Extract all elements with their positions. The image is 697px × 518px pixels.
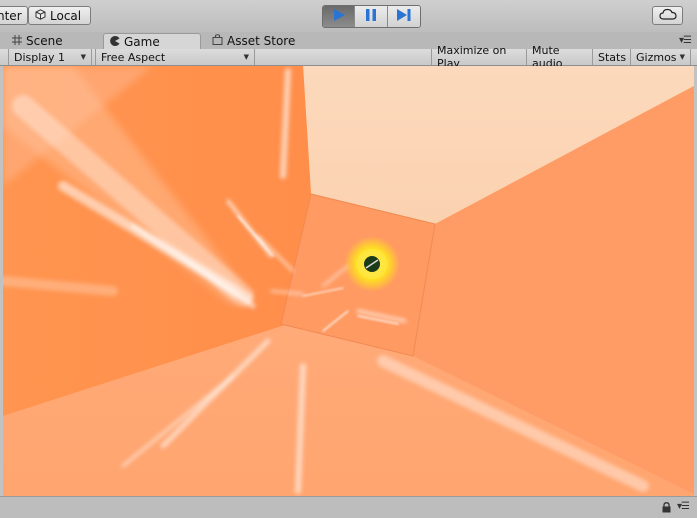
stats-label: Stats [598,50,627,64]
chevron-down-icon: ▼ [243,53,249,61]
pause-icon [365,8,377,25]
game-render [3,66,694,496]
playback-controls [322,5,421,28]
game-view-controls: Display 1 ▼ Free Aspect ▼ Maximize on Pl… [0,44,697,70]
chevron-down-icon: ▼ [679,53,685,61]
play-icon [332,8,346,25]
panel-menu-icon[interactable]: ▾☰ [679,35,692,46]
pause-button[interactable] [355,6,388,27]
aspect-label: Free Aspect [101,50,166,64]
tab-scene[interactable]: Scene [6,33,98,49]
mute-audio-toggle[interactable]: Mute audio [527,44,593,70]
local-toggle-button[interactable]: Local [28,6,91,25]
gizmos-dropdown[interactable]: Gizmos ▼ [631,49,691,65]
display-label: Display 1 [14,50,66,64]
play-button[interactable] [323,6,356,27]
main-toolbar: nter Local [0,0,697,33]
tab-asset-store[interactable]: Asset Store [206,33,326,49]
tab-game[interactable]: Game [103,33,201,49]
editor-tab-bar: Scene Game Asset Store ▾☰ [0,32,697,49]
tab-game-label: Game [124,34,160,49]
tab-asset-store-label: Asset Store [227,34,296,48]
local-label: Local [50,8,82,23]
maximize-on-play-toggle[interactable]: Maximize on Play [431,44,527,70]
panel-menu-icon[interactable]: ▾☰ [677,501,690,512]
chevron-down-icon: ▼ [80,53,86,61]
tab-scene-label: Scene [26,34,63,48]
bag-icon [212,34,223,48]
step-icon [396,8,412,25]
pacman-icon [110,35,120,49]
grid-icon [12,34,22,48]
cloud-icon [658,8,677,23]
pivot-toggle-button[interactable]: nter [0,6,28,25]
stats-toggle[interactable]: Stats [593,49,631,65]
gizmos-label: Gizmos [636,50,677,64]
step-button[interactable] [387,6,420,27]
game-viewport[interactable] [3,66,694,496]
cube-icon [35,8,46,23]
aspect-dropdown[interactable]: Free Aspect ▼ [95,49,255,65]
cloud-button[interactable] [652,6,683,25]
lock-icon[interactable] [662,502,671,516]
editor-status-bar: ▾☰ [0,496,697,518]
display-dropdown[interactable]: Display 1 ▼ [8,49,92,65]
pivot-label: nter [0,8,22,23]
